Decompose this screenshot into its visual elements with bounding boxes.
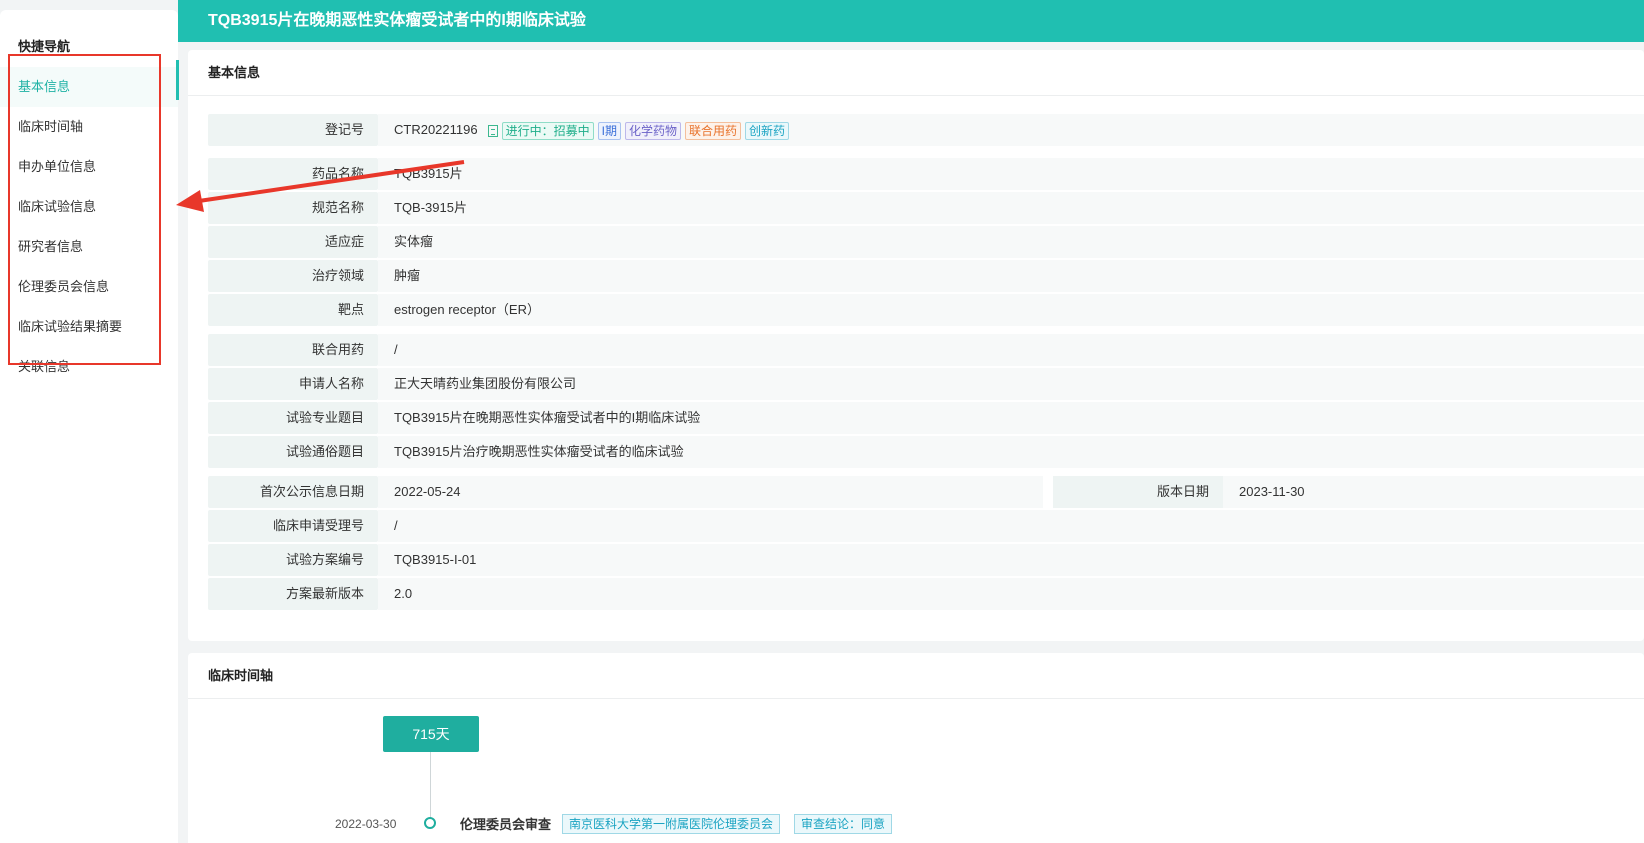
timeline-date: 2022-03-30 [335,817,397,831]
info-row: 试验通俗题目 TQB3915片治疗晚期恶性实体瘤受试者的临床试验 [208,436,1644,470]
field-label: 治疗领域 [208,260,378,292]
timeline-heading: 临床时间轴 [188,653,1644,699]
reg-group: 登记号 CTR20221196 进行中：招募中 I期 化学药物 联合用药 创新药 [208,114,1644,148]
document-icon[interactable] [487,124,498,137]
page-title: TQB3915片在晚期恶性实体瘤受试者中的I期临床试验 [178,0,1644,42]
timeline-dot [424,817,436,829]
info-row: 临床申请受理号 / [208,510,1644,544]
field-value: TQB3915片治疗晚期恶性实体瘤受试者的临床试验 [378,436,1644,468]
conclusion-tag: 审查结论：同意 [794,814,893,834]
field-value: TQB3915-I-01 [378,544,1644,576]
applicant-group: 联合用药 / 申请人名称 正大天晴药业集团股份有限公司 试验专业题目 TQB3915片… [208,334,1644,470]
drug-type-tag: 化学药物 [624,121,681,140]
nav-item-ethics-committee-info[interactable]: 伦理委员会信息 [0,267,178,307]
field-value: 2022-05-24 [378,476,1043,508]
field-label: 首次公示信息日期 [208,476,378,508]
info-row: 试验专业题目 TQB3915片在晚期恶性实体瘤受试者中的I期临床试验 [208,402,1644,436]
nav-item-trial-info[interactable]: 临床试验信息 [0,187,178,227]
field-value: / [378,334,1644,366]
combination-tag: 联合用药 [684,121,741,140]
field-label: 试验专业题目 [208,402,378,434]
info-row: 联合用药 / [208,334,1644,368]
field-value: TQB-3915片 [378,192,1644,224]
version-group: 首次公示信息日期 2022-05-24 版本日期 2023-11-30 临床申请… [208,476,1644,612]
sidebar-title: 快捷导航 [18,39,71,54]
info-row: 首次公示信息日期 2022-05-24 版本日期 2023-11-30 [208,476,1644,510]
info-row: 规范名称 TQB-3915片 [208,192,1644,226]
timeline-line [430,752,431,822]
nav-list: 基本信息 临床时间轴 申办单位信息 临床试验信息 研究者信息 伦理委员会信息 临… [0,67,178,387]
field-value: 2.0 [378,578,1644,610]
field-label: 适应症 [208,226,378,258]
innovative-tag: 创新药 [744,121,789,140]
info-row: 方案最新版本 2.0 [208,578,1644,612]
field-value: 2023-11-30 [1223,476,1644,508]
info-row: 靶点 estrogen receptor（ER） [208,294,1644,328]
field-label: 申请人名称 [208,368,378,400]
nav-item-results-summary[interactable]: 临床试验结果摘要 [0,307,178,347]
info-row: 试验方案编号 TQB3915-I-01 [208,544,1644,578]
nav-item-basic-info[interactable]: 基本信息 [0,67,178,107]
drug-group: 药品名称 TQB3915片 规范名称 TQB-3915片 适应症 实体瘤 治疗领域 肿瘤… [208,158,1644,328]
field-value: 实体瘤 [378,226,1644,258]
field-value: TQB3915片在晚期恶性实体瘤受试者中的I期临床试验 [378,402,1644,434]
field-value: 正大天晴药业集团股份有限公司 [378,368,1644,400]
ethics-org-tag: 南京医科大学第一附属医院伦理委员会 [562,814,781,834]
info-row: 适应症 实体瘤 [208,226,1644,260]
field-label: 药品名称 [208,158,378,190]
field-label: 规范名称 [208,192,378,224]
field-label: 临床申请受理号 [208,510,378,542]
field-label: 试验通俗题目 [208,436,378,468]
field-value: estrogen receptor（ER） [378,294,1644,326]
reg-no-value-cell: CTR20221196 进行中：招募中 I期 化学药物 联合用药 创新药 [378,114,1644,146]
duration-badge: 715天 [383,716,479,752]
reg-no-value: CTR20221196 [394,122,478,137]
field-label: 试验方案编号 [208,544,378,576]
basic-info-heading: 基本信息 [176,50,1644,100]
nav-item-sponsor-info[interactable]: 申办单位信息 [0,147,178,187]
field-value: 肿瘤 [378,260,1644,292]
info-row: 申请人名称 正大天晴药业集团股份有限公司 [208,368,1644,402]
status-tag: 进行中：招募中 [501,121,594,140]
sidebar: 快捷导航 基本信息 临床时间轴 申办单位信息 临床试验信息 研究者信息 伦理委员… [0,10,178,843]
field-label: 联合用药 [208,334,378,366]
nav-item-investigator-info[interactable]: 研究者信息 [0,227,178,267]
field-label: 靶点 [208,294,378,326]
nav-item-clinical-timeline[interactable]: 临床时间轴 [0,107,178,147]
phase-tag: I期 [597,121,621,140]
basic-info-card: 基本信息 登记号 CTR20221196 进行中：招募中 I期 化学药物 联合用药 创新药… [176,50,1644,641]
field-label: 方案最新版本 [208,578,378,610]
reg-no-label: 登记号 [208,114,378,146]
field-label: 版本日期 [1053,476,1223,508]
reg-no-row: 登记号 CTR20221196 进行中：招募中 I期 化学药物 联合用药 创新药 [208,114,1644,148]
field-value: TQB3915片 [378,158,1644,190]
nav-item-related-info[interactable]: 关联信息 [0,347,178,387]
info-row: 药品名称 TQB3915片 [208,158,1644,192]
info-row: 治疗领域 肿瘤 [208,260,1644,294]
timeline-event: 伦理委员会审查 [460,817,552,832]
field-value: / [378,510,1644,542]
